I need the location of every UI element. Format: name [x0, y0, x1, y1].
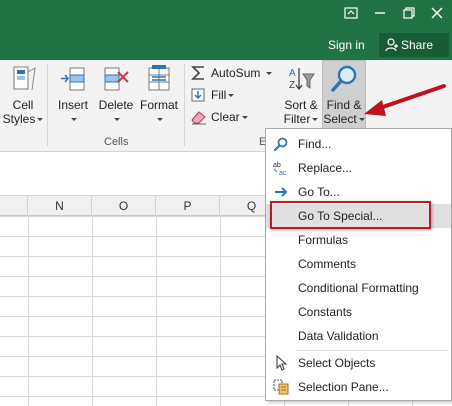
column-header-n[interactable]: N	[28, 196, 92, 216]
insert-button[interactable]: Insert	[53, 64, 93, 126]
ribbon-separator	[184, 64, 185, 146]
menu-item-label: Selection Pane...	[298, 380, 389, 394]
title-bar	[0, 0, 452, 30]
menu-item-conditional-formatting[interactable]: Conditional Formatting	[266, 276, 451, 300]
minimize-icon	[367, 7, 393, 19]
grid-line	[156, 216, 157, 406]
svg-text:A: A	[289, 68, 296, 79]
sort-filter-label: Sort & Filter	[283, 98, 319, 126]
column-header-o[interactable]: O	[92, 196, 156, 216]
insert-cells-icon	[61, 67, 85, 91]
menu-item-label: Formulas	[298, 233, 349, 247]
tab-bar: Sign in Share	[0, 30, 452, 60]
menu-item-formulas[interactable]: Formulas	[266, 228, 451, 252]
menu-item-label: Select Objects	[298, 356, 376, 370]
cell-styles-label: Cell Styles	[3, 98, 44, 126]
cell-styles-button[interactable]: Cell Styles	[2, 64, 44, 126]
menu-item-find[interactable]: Find...	[266, 132, 451, 156]
fill-button[interactable]: Fill	[190, 85, 250, 105]
selection-pane-icon	[273, 379, 289, 395]
find-select-menu: Find... ab ac Replace... Go To... Go To S…	[265, 128, 452, 401]
sort-filter-button[interactable]: A Z Sort & Filter	[281, 64, 321, 126]
share-person-icon	[385, 38, 398, 52]
sigma-icon	[191, 66, 204, 80]
menu-item-label: Constants	[298, 305, 353, 319]
ribbon-separator	[47, 64, 48, 146]
format-button[interactable]: Format	[138, 64, 180, 126]
menu-item-selection-pane[interactable]: Selection Pane...	[266, 375, 451, 399]
grid-line	[92, 216, 93, 406]
column-header-p[interactable]: P	[156, 196, 220, 216]
arrow-right-icon	[275, 187, 288, 197]
restore-button[interactable]	[396, 4, 422, 24]
svg-text:Z: Z	[289, 80, 295, 91]
ribbon-display-icon	[338, 7, 364, 19]
svg-text:ab: ab	[273, 162, 281, 169]
menu-item-replace[interactable]: ab ac Replace...	[266, 156, 451, 180]
cell-styles-icon	[13, 66, 36, 91]
fill-down-icon	[191, 88, 205, 102]
insert-label: Insert	[57, 98, 88, 112]
menu-item-constants[interactable]: Constants	[266, 300, 451, 324]
eraser-icon	[191, 111, 206, 125]
column-header-partial[interactable]	[0, 196, 28, 216]
cursor-arrow-icon	[276, 355, 288, 371]
menu-item-label: Replace...	[298, 161, 353, 175]
replace-icon: abac	[273, 162, 287, 176]
menu-item-select-objects[interactable]: Select Objects	[266, 351, 451, 375]
go-to-special-highlight-box	[270, 201, 431, 229]
close-icon	[424, 7, 450, 19]
format-cells-icon	[148, 65, 170, 91]
autosum-button[interactable]: AutoSum	[190, 63, 272, 83]
ribbon-display-options-button[interactable]	[338, 4, 364, 24]
find-select-label: Find & Select	[323, 98, 365, 126]
clear-button[interactable]: Clear	[190, 107, 260, 127]
grid-line	[28, 216, 29, 406]
autosum-label: AutoSum	[211, 66, 261, 80]
clear-label: Clear	[211, 110, 240, 124]
grid-line	[220, 216, 221, 406]
sign-in-link[interactable]: Sign in	[328, 38, 365, 52]
menu-item-label: Data Validation	[298, 329, 379, 343]
close-button[interactable]	[424, 4, 450, 24]
fill-label: Fill	[211, 88, 227, 102]
svg-text:ac: ac	[279, 170, 287, 176]
menu-item-label: Conditional Formatting	[298, 281, 419, 295]
format-label: Format	[139, 98, 178, 112]
search-icon	[273, 137, 288, 152]
delete-button[interactable]: Delete	[96, 64, 136, 126]
cells-group-label: Cells	[104, 136, 129, 148]
restore-icon	[396, 7, 422, 19]
delete-cells-icon	[104, 67, 129, 91]
menu-item-data-validation[interactable]: Data Validation	[266, 324, 451, 348]
menu-item-label: Comments	[298, 257, 357, 271]
sort-filter-icon: A Z	[289, 68, 315, 91]
menu-item-comments[interactable]: Comments	[266, 252, 451, 276]
share-label: Share	[401, 38, 434, 52]
annotation-arrow-icon	[364, 84, 446, 116]
delete-label: Delete	[98, 98, 134, 112]
magnifier-icon	[331, 65, 357, 92]
minimize-button[interactable]	[367, 4, 393, 24]
menu-item-label: Find...	[298, 137, 332, 151]
share-button[interactable]: Share	[379, 33, 449, 57]
